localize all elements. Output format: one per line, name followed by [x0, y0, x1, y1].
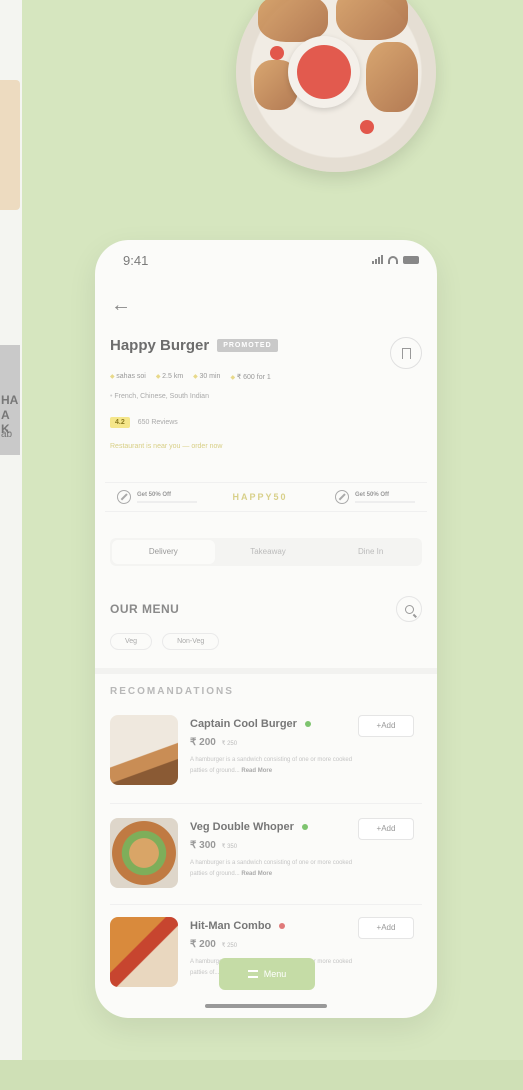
read-more-link[interactable]: Read More [241, 768, 272, 774]
menu-button[interactable]: Menu [219, 958, 315, 990]
order-type-tabs: Delivery Takeaway Dine In [110, 538, 422, 566]
status-time: 9:41 [123, 253, 149, 268]
item-divider [110, 803, 422, 804]
offer-left-title: Get 50% Off [137, 492, 172, 498]
item-price: ₹ 200 [190, 737, 216, 748]
review-count: 650 Reviews [137, 419, 178, 426]
promoted-badge: PROMOTED [217, 339, 278, 352]
meta-location: sahas soi [110, 373, 146, 381]
status-icons [372, 255, 419, 264]
item-price: ₹ 300 [190, 840, 216, 851]
side-text-1: HA [1, 393, 19, 407]
bookmark-button[interactable] [390, 337, 422, 369]
promo-line: Restaurant is near you — order now [110, 443, 223, 450]
tab-dine-in[interactable]: Dine In [319, 538, 422, 566]
signal-icon [372, 255, 383, 264]
side-text-3: ab [1, 429, 13, 440]
item-name: Veg Double Whoper [190, 821, 294, 833]
item-old-price: ₹ 250 [221, 741, 238, 747]
menu-item: Veg Double Whoper ₹ 300 ₹ 350 A hamburge… [110, 818, 422, 898]
background-food-image [0, 80, 20, 210]
restaurant-meta: sahas soi 2.5 km 30 min ₹ 600 for 1 [110, 373, 271, 381]
meta-cost: ₹ 600 for 1 [230, 373, 271, 381]
meta-time: 30 min [193, 373, 220, 381]
veg-indicator-icon [301, 824, 308, 831]
item-old-price: ₹ 250 [221, 943, 238, 949]
background-bottom-strip [0, 1060, 523, 1090]
cuisine-list: French, Chinese, South Indian [110, 393, 209, 400]
rating-row: 4.2 650 Reviews [110, 417, 178, 428]
bookmark-icon [401, 347, 411, 359]
discount-icon [335, 490, 349, 504]
meta-distance: 2.5 km [156, 373, 183, 381]
add-button[interactable]: +Add [358, 818, 414, 840]
item-divider [110, 904, 422, 905]
offer-left-sub [137, 501, 197, 503]
chip-veg[interactable]: Veg [110, 633, 153, 650]
phone-screen: 9:41 ← Happy Burger PROMOTED sahas soi 2… [95, 240, 437, 1018]
search-icon [404, 604, 414, 614]
chip-non-veg[interactable]: Non-Veg [162, 633, 220, 650]
add-button[interactable]: +Add [358, 715, 414, 737]
item-name: Captain Cool Burger [190, 718, 297, 730]
menu-button-label: Menu [263, 969, 287, 979]
restaurant-name: Happy Burger [110, 337, 210, 354]
rating-badge: 4.2 [110, 417, 130, 428]
food-plate-image [236, 0, 436, 172]
section-divider [95, 668, 437, 674]
item-image [110, 818, 178, 888]
battery-icon [403, 255, 419, 264]
offer-left[interactable]: Get 50% Off [105, 490, 197, 504]
menu-search-button[interactable] [396, 596, 422, 622]
promo-code: HAPPY50 [232, 492, 288, 502]
menu-filter-chips: Veg Non-Veg [110, 633, 220, 650]
offer-right[interactable]: Get 50% Off [323, 490, 427, 504]
offers-strip: Get 50% Off HAPPY50 Get 50% Off [105, 482, 427, 512]
item-price: ₹ 200 [190, 939, 216, 950]
add-button[interactable]: +Add [358, 917, 414, 939]
menu-book-icon [247, 970, 258, 978]
veg-indicator-icon [305, 721, 312, 728]
back-arrow-icon[interactable]: ← [111, 294, 131, 317]
restaurant-title-row: Happy Burger PROMOTED [110, 337, 278, 354]
offer-right-title: Get 50% Off [355, 492, 390, 498]
background-side-card: HA A K ab [0, 345, 20, 455]
menu-item: Captain Cool Burger ₹ 200 ₹ 250 A hambur… [110, 715, 422, 795]
home-indicator[interactable] [205, 1004, 327, 1008]
read-more-link[interactable]: Read More [241, 871, 272, 877]
item-name: Hit-Man Combo [190, 920, 272, 932]
item-old-price: ₹ 350 [221, 844, 238, 850]
item-image [110, 715, 178, 785]
wifi-icon [388, 255, 398, 264]
recommendations-title: RECOMANDATIONS [110, 686, 234, 697]
discount-icon [117, 490, 131, 504]
menu-section-title: OUR MENU [110, 602, 180, 616]
item-image [110, 917, 178, 987]
tab-delivery[interactable]: Delivery [112, 540, 215, 564]
offer-right-sub [355, 501, 415, 503]
tab-takeaway[interactable]: Takeaway [217, 538, 320, 566]
non-veg-indicator-icon [279, 923, 286, 930]
